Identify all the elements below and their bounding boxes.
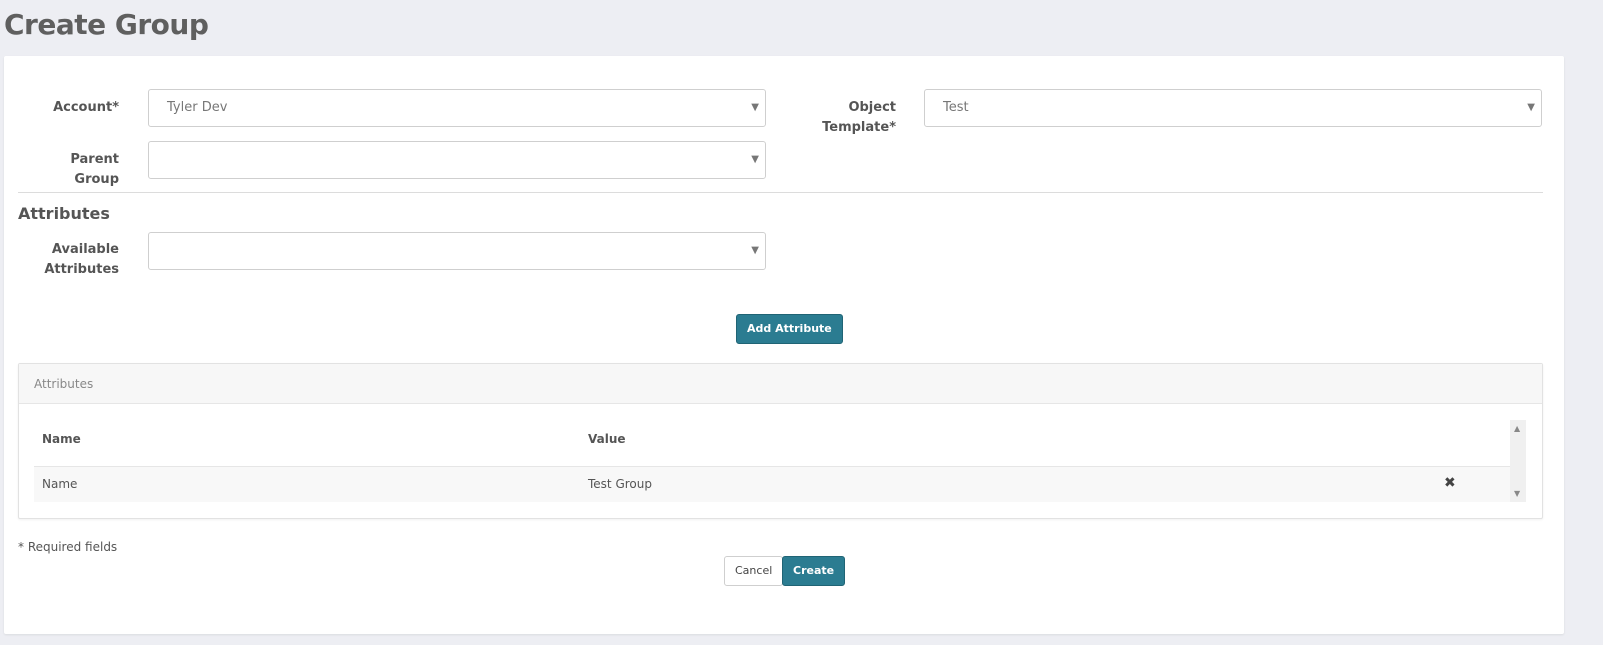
table-scrollbar[interactable]: ▲ ▼ (1510, 420, 1526, 502)
page-title: Create Group (4, 8, 209, 41)
caret-down-icon: ▼ (751, 245, 759, 256)
attributes-section-title: Attributes (18, 204, 110, 223)
row-name-cell: Name (42, 477, 78, 491)
available-attributes-label-line2: Attributes (44, 262, 119, 277)
attributes-panel: Attributes Name Value Name Test Group ✖ … (18, 363, 1543, 519)
required-fields-note: * Required fields (18, 540, 118, 554)
cancel-button[interactable]: Cancel (724, 556, 784, 586)
attributes-panel-title: Attributes (19, 364, 1542, 404)
available-attributes-label-line1: Available (51, 242, 119, 257)
column-header-value: Value (588, 432, 626, 446)
object-template-select[interactable]: Test ▼ (924, 89, 1542, 127)
column-header-name: Name (42, 432, 81, 446)
object-template-select-value: Test (943, 100, 969, 115)
add-attribute-button[interactable]: Add Attribute (736, 314, 843, 344)
create-button[interactable]: Create (782, 556, 846, 586)
caret-down-icon: ▼ (751, 154, 759, 165)
account-select-value: Tyler Dev (167, 100, 228, 115)
caret-down-icon: ▼ (751, 102, 759, 113)
create-group-form: Account* Tyler Dev ▼ Object Template* Te… (4, 56, 1564, 634)
scroll-up-icon[interactable]: ▲ (1514, 424, 1520, 433)
table-row: Name Test Group ✖ (34, 466, 1510, 502)
parent-group-select[interactable]: ▼ (148, 141, 766, 179)
row-value-cell: Test Group (588, 477, 652, 491)
scroll-down-icon[interactable]: ▼ (1514, 489, 1520, 498)
parent-group-label: Parent Group (70, 152, 119, 187)
attributes-table: Name Value Name Test Group ✖ ▲ ▼ (34, 420, 1526, 502)
available-attributes-label: Available Attributes (24, 240, 119, 280)
account-select[interactable]: Tyler Dev ▼ (148, 89, 766, 127)
remove-x-icon[interactable]: ✖ (1444, 475, 1456, 491)
section-divider (18, 192, 1543, 193)
available-attributes-select[interactable]: ▼ (148, 232, 766, 270)
object-template-label: Object Template* (822, 100, 896, 135)
caret-down-icon: ▼ (1527, 102, 1535, 113)
account-label: Account* (53, 100, 119, 115)
